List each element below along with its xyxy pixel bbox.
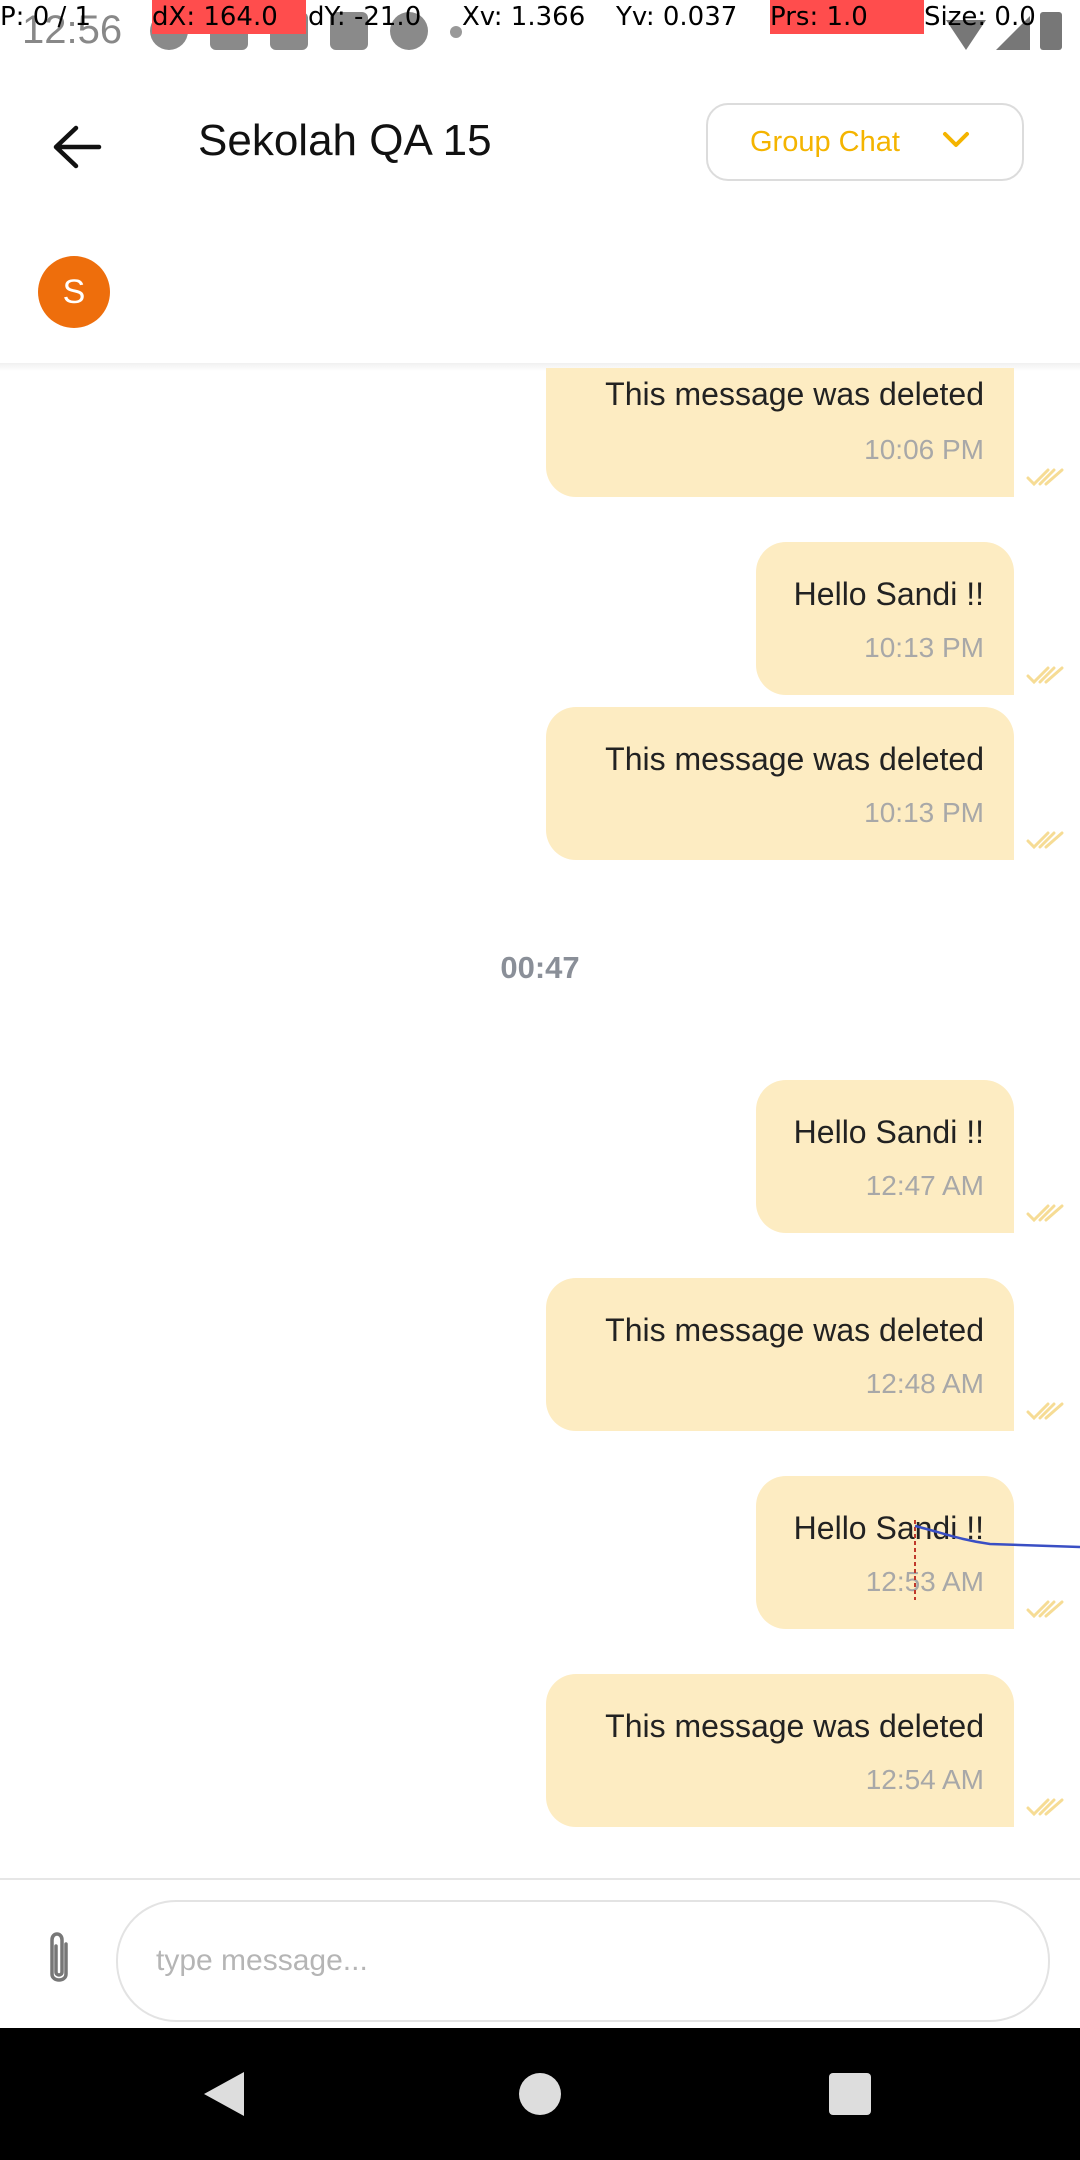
chevron-down-icon: [943, 132, 969, 147]
message-bubble[interactable]: This message was deleted 10:13 PM: [546, 707, 1014, 860]
double-check-icon: [1026, 666, 1064, 685]
nav-back-icon[interactable]: [204, 2072, 244, 2116]
composer: [0, 1878, 1080, 2028]
message-bubble[interactable]: Hello Sandi !! 12:47 AM: [756, 1080, 1014, 1233]
overlay-pointer: P: 0 / 1: [0, 2, 92, 32]
message-text: Hello Sandi !!: [793, 1114, 984, 1150]
message-time: 12:47 AM: [865, 1170, 984, 1201]
paperclip-icon[interactable]: [36, 1930, 82, 1990]
double-check-icon: [1026, 468, 1064, 487]
double-check-icon: [1026, 1798, 1064, 1817]
arrow-left-icon: [53, 125, 102, 169]
message-time: 12:54 AM: [865, 1764, 984, 1795]
double-check-icon: [1026, 1204, 1064, 1223]
pointer-trace: [914, 1520, 1080, 1600]
message-list[interactable]: This message was deleted 10:06 PM Hello …: [0, 368, 1080, 1878]
message-time: 12:48 AM: [865, 1368, 984, 1399]
date-separator: 00:47: [500, 950, 580, 985]
dropdown-label: Group Chat: [750, 125, 900, 158]
overlay-prs: Prs: 1.0: [770, 0, 924, 34]
message-time: 10:13 PM: [864, 632, 984, 663]
message-bubble[interactable]: This message was deleted 12:48 AM: [546, 1278, 1014, 1431]
page-title: Sekolah QA 15: [198, 116, 492, 165]
system-navigation-bar: [0, 2028, 1080, 2160]
message-text: This message was deleted: [605, 376, 984, 412]
message-input[interactable]: [116, 1900, 1050, 2022]
members-row: S: [0, 225, 1080, 365]
pointer-location-overlay: P: 0 / 1 dX: 164.0 dY: -21.0 Xv: 1.366 Y…: [0, 0, 1080, 36]
overlay-yv: Yv: 0.037: [616, 2, 738, 32]
message-text: Hello Sandi !!: [793, 576, 984, 612]
message-time: 10:06 PM: [864, 434, 984, 465]
message-text: This message was deleted: [605, 1312, 984, 1348]
double-check-icon: [1026, 831, 1064, 850]
double-check-icon: [1026, 1402, 1064, 1421]
overlay-size: Size: 0.0: [924, 2, 1036, 32]
message-text: This message was deleted: [605, 1708, 984, 1744]
nav-home-icon[interactable]: [519, 2073, 561, 2115]
chat-type-dropdown[interactable]: Group Chat: [706, 103, 1024, 181]
message-bubble[interactable]: This message was deleted 12:54 AM: [546, 1674, 1014, 1827]
message-bubble[interactable]: This message was deleted 10:06 PM: [546, 368, 1014, 497]
back-button[interactable]: [40, 110, 114, 184]
avatar[interactable]: S: [38, 256, 110, 328]
overlay-dx: dX: 164.0: [152, 0, 306, 34]
overlay-dy: dY: -21.0: [308, 2, 422, 32]
message-text: This message was deleted: [605, 741, 984, 777]
nav-recents-icon[interactable]: [829, 2073, 871, 2115]
message-time: 10:13 PM: [864, 797, 984, 828]
message-bubble[interactable]: Hello Sandi !! 10:13 PM: [756, 542, 1014, 695]
chat-header: Sekolah QA 15 Group Chat: [0, 60, 1080, 225]
overlay-xv: Xv: 1.366: [462, 2, 586, 32]
